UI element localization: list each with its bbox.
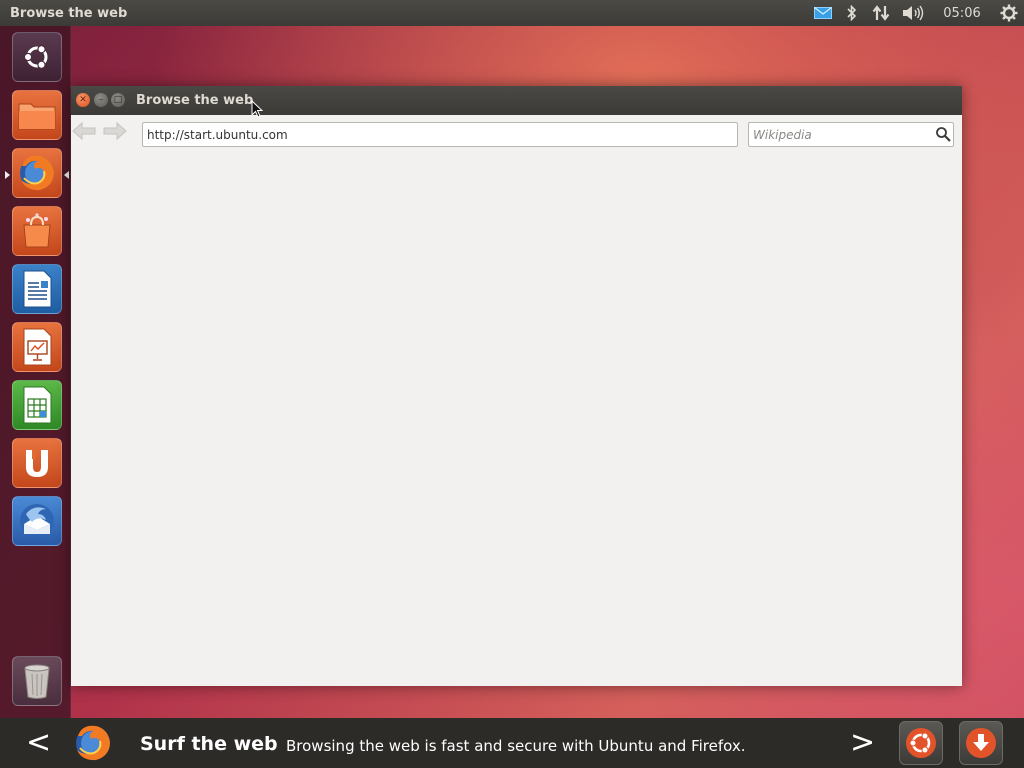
window-close-button[interactable]: ✕ bbox=[76, 93, 90, 107]
launcher-libreoffice-calc[interactable] bbox=[12, 380, 62, 430]
bluetooth-icon[interactable] bbox=[838, 0, 866, 26]
indicator-area: 05:06 bbox=[808, 0, 1024, 26]
launcher-thunderbird[interactable] bbox=[12, 496, 62, 546]
trash-icon bbox=[24, 664, 50, 699]
firefox-icon bbox=[76, 725, 110, 761]
browser-toolbar bbox=[71, 115, 962, 151]
installer-slideshow-bar: < Surf the web Browsing the web is fast … bbox=[0, 718, 1024, 768]
ubuntu-one-icon bbox=[26, 450, 48, 477]
launcher-libreoffice-impress[interactable] bbox=[12, 322, 62, 372]
mail-icon[interactable] bbox=[808, 0, 838, 26]
ubiquity-installer-button[interactable] bbox=[899, 721, 943, 765]
folder-icon bbox=[18, 103, 56, 130]
clock[interactable]: 05:06 bbox=[930, 0, 994, 26]
launcher-dash-home[interactable] bbox=[12, 32, 62, 82]
browser-window: ✕ – □ Browse the web bbox=[71, 86, 962, 686]
close-icon: ✕ bbox=[79, 95, 87, 105]
launcher-ubuntu-one[interactable] bbox=[12, 438, 62, 488]
launcher-software-center[interactable] bbox=[12, 206, 62, 256]
minimize-icon: – bbox=[98, 95, 104, 105]
launcher-firefox[interactable] bbox=[12, 148, 62, 198]
calc-spreadsheet-icon bbox=[23, 386, 52, 424]
url-input[interactable] bbox=[142, 122, 738, 147]
launcher bbox=[0, 26, 71, 718]
launcher-trash[interactable] bbox=[12, 656, 62, 706]
focus-indicator-icon bbox=[64, 171, 69, 179]
impress-presentation-icon bbox=[23, 328, 52, 366]
maximize-icon: □ bbox=[113, 95, 123, 105]
volume-icon[interactable] bbox=[896, 0, 930, 26]
top-panel: Browse the web 05:06 bbox=[0, 0, 1024, 26]
download-icon bbox=[966, 728, 996, 758]
window-title: Browse the web bbox=[136, 93, 254, 108]
window-maximize-button[interactable]: □ bbox=[111, 93, 125, 107]
search-input[interactable] bbox=[748, 122, 954, 147]
window-titlebar[interactable]: ✕ – □ Browse the web bbox=[71, 86, 962, 115]
firefox-icon bbox=[20, 155, 54, 191]
active-window-title: Browse the web bbox=[10, 5, 128, 21]
back-arrow-icon bbox=[72, 121, 96, 141]
previous-slide-button[interactable]: < bbox=[26, 728, 51, 758]
writer-document-icon bbox=[23, 270, 52, 308]
search-icon[interactable] bbox=[935, 126, 951, 142]
shopping-bag-icon bbox=[23, 213, 51, 248]
thunderbird-icon bbox=[20, 504, 54, 538]
gear-icon[interactable] bbox=[994, 0, 1024, 26]
forward-button[interactable] bbox=[102, 121, 128, 145]
forward-arrow-icon bbox=[103, 121, 127, 141]
slide-description: Browsing the web is fast and secure with… bbox=[286, 737, 746, 755]
launcher-files[interactable] bbox=[12, 90, 62, 140]
mouse-cursor-icon bbox=[251, 100, 263, 118]
window-minimize-button[interactable]: – bbox=[94, 93, 108, 107]
download-progress-button[interactable] bbox=[959, 721, 1003, 765]
back-button[interactable] bbox=[71, 121, 97, 145]
next-slide-button[interactable]: > bbox=[850, 728, 875, 758]
ubuntu-installer-icon bbox=[906, 728, 936, 758]
ubuntu-logo-icon bbox=[23, 44, 48, 69]
page-content[interactable] bbox=[71, 151, 962, 686]
launcher-libreoffice-writer[interactable] bbox=[12, 264, 62, 314]
slide-title: Surf the web bbox=[140, 733, 278, 755]
network-icon[interactable] bbox=[866, 0, 896, 26]
running-indicator-icon bbox=[5, 171, 10, 179]
